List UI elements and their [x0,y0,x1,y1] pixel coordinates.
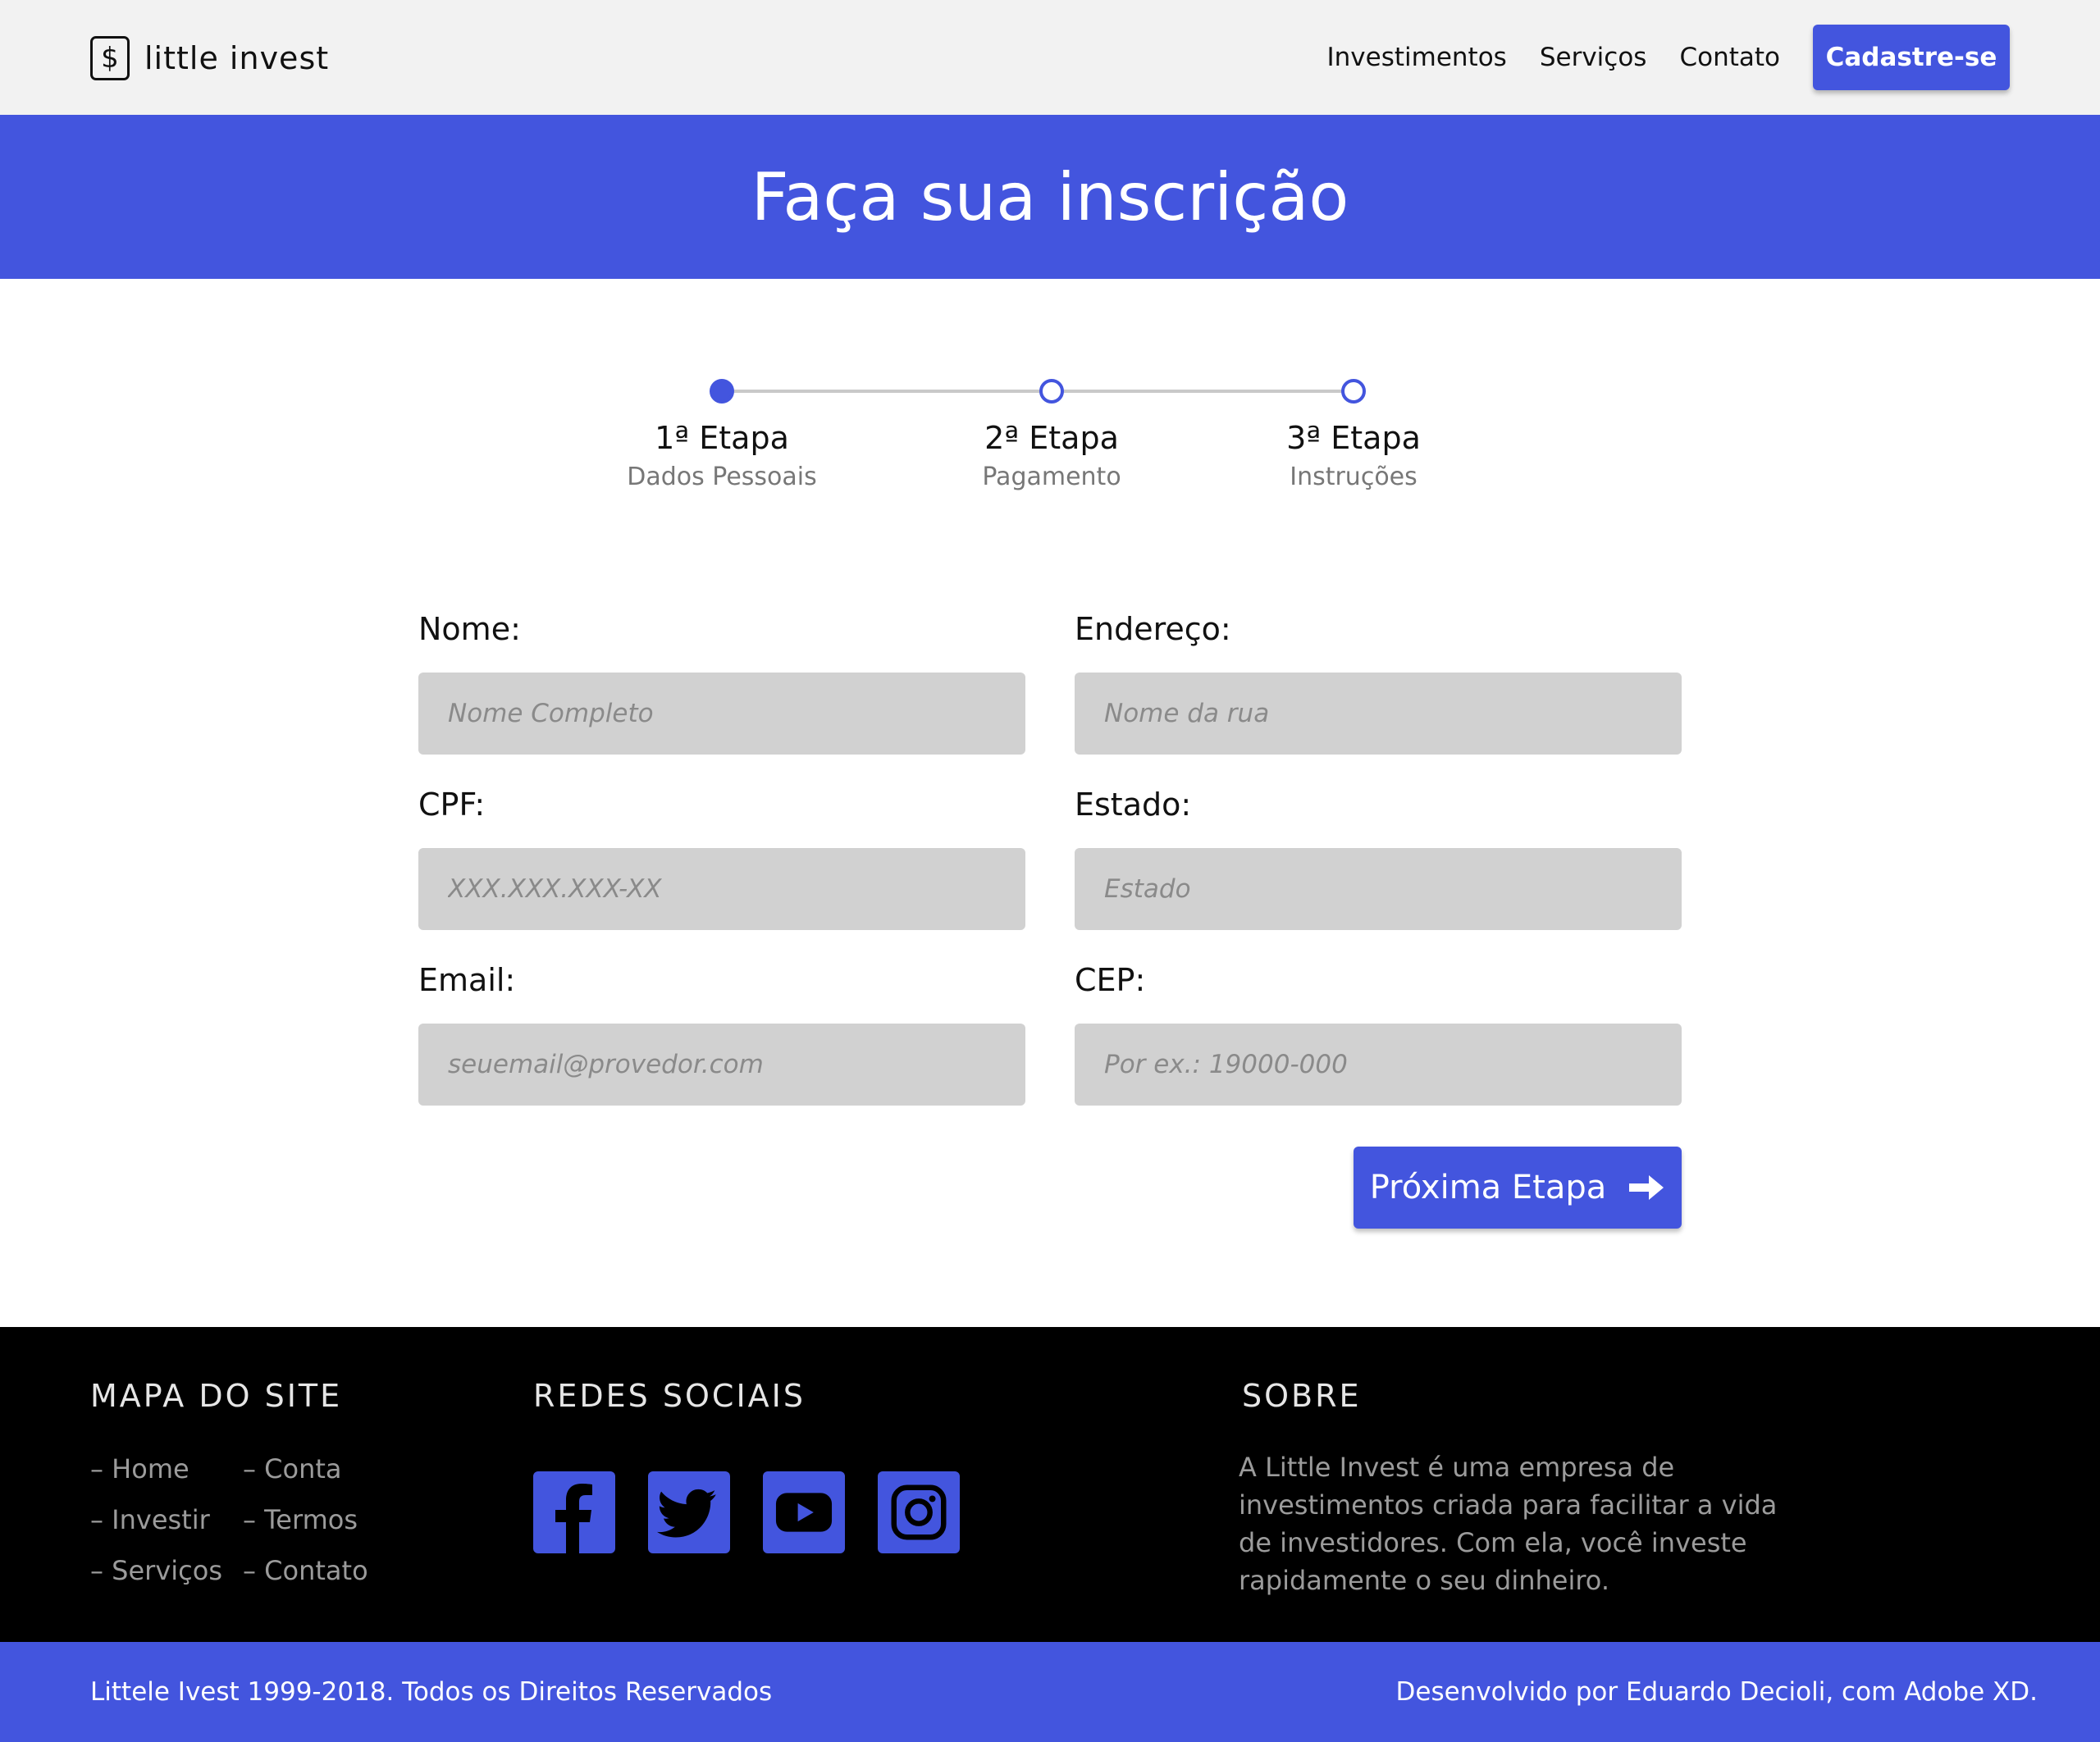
step-1-dot [710,379,734,404]
nome-input[interactable] [418,673,1025,755]
step-3-title: 3ª Etapa [1286,420,1421,456]
cpf-input[interactable] [418,848,1025,930]
field-nome: Nome: [418,611,1025,755]
field-endereco: Endereço: [1075,611,1682,755]
stepper: 1ª Etapa Dados Pessoais 2ª Etapa Pagamen… [0,361,2100,508]
estado-input[interactable] [1075,848,1682,930]
estado-label: Estado: [1075,787,1192,823]
step-2-title: 2ª Etapa [984,420,1119,456]
step-3-subtitle: Instruções [1290,463,1418,491]
step-2-dot [1039,379,1064,404]
copyright-text: Littele Ivest 1999-2018. Todos os Direit… [90,1677,773,1707]
step-1-title: 1ª Etapa [655,420,789,456]
brand-logo[interactable]: $ little invest [90,36,329,80]
brand-name: little invest [144,40,330,76]
facebook-icon[interactable] [533,1471,615,1553]
footer-link-investir[interactable]: – Investir [90,1504,210,1535]
endereco-input[interactable] [1075,673,1682,755]
twitter-icon[interactable] [648,1471,730,1553]
about-text: A Little Invest é uma empresa de investi… [1239,1452,1778,1596]
footer-link-servicos[interactable]: – Serviços [90,1555,222,1586]
field-email: Email: [418,962,1025,1106]
nav-link-investimentos[interactable]: Investimentos [1327,43,1507,72]
stepper-line-1 [722,390,1050,393]
youtube-icon[interactable] [763,1471,845,1553]
nav-links: Investimentos Serviços Contato Cadastre-… [1294,0,2100,115]
field-estado: Estado: [1075,787,1682,930]
cep-input[interactable] [1075,1024,1682,1106]
next-step-label: Próxima Etapa [1369,1169,1607,1206]
nome-label: Nome: [418,611,521,647]
hero-banner: Faça sua inscrição [0,115,2100,279]
step-3-dot [1341,379,1366,404]
social-heading: REDES SOCIAIS [533,1378,806,1414]
footer-link-contato[interactable]: – Contato [243,1555,368,1586]
email-input[interactable] [418,1024,1025,1106]
footer-link-conta[interactable]: – Conta [243,1453,342,1484]
footer-link-termos[interactable]: – Termos [243,1504,358,1535]
navbar: $ little invest Investimentos Serviços C… [0,0,2100,115]
field-cep: CEP: [1075,962,1682,1106]
signup-button[interactable]: Cadastre-se [1813,25,2010,90]
footer: MAPA DO SITE – Home – Investir – Serviço… [0,1327,2100,1642]
dollar-icon: $ [90,36,130,80]
instagram-icon[interactable] [878,1471,960,1553]
bottom-bar: Littele Ivest 1999-2018. Todos os Direit… [0,1642,2100,1742]
step-3-label: 3ª Etapa Instruções [1230,420,1477,491]
endereco-label: Endereço: [1075,611,1231,647]
field-cpf: CPF: [418,787,1025,930]
stepper-line-2 [1052,390,1354,393]
step-1-label: 1ª Etapa Dados Pessoais [599,420,845,491]
step-1-subtitle: Dados Pessoais [627,463,817,491]
nav-link-servicos[interactable]: Serviços [1540,43,1647,72]
arrow-right-icon [1629,1175,1664,1200]
email-label: Email: [418,962,516,998]
page-title: Faça sua inscrição [751,158,1349,235]
next-step-button[interactable]: Próxima Etapa [1354,1147,1682,1229]
about-heading: SOBRE [1242,1378,1362,1414]
step-2-subtitle: Pagamento [982,463,1121,491]
developer-credit: Desenvolvido por Eduardo Decioli, com Ad… [1395,1677,2038,1707]
footer-link-home[interactable]: – Home [90,1453,189,1484]
sitemap-heading: MAPA DO SITE [90,1378,343,1414]
cpf-label: CPF: [418,787,486,823]
step-2-label: 2ª Etapa Pagamento [929,420,1175,491]
cep-label: CEP: [1075,962,1146,998]
nav-link-contato[interactable]: Contato [1679,43,1780,72]
